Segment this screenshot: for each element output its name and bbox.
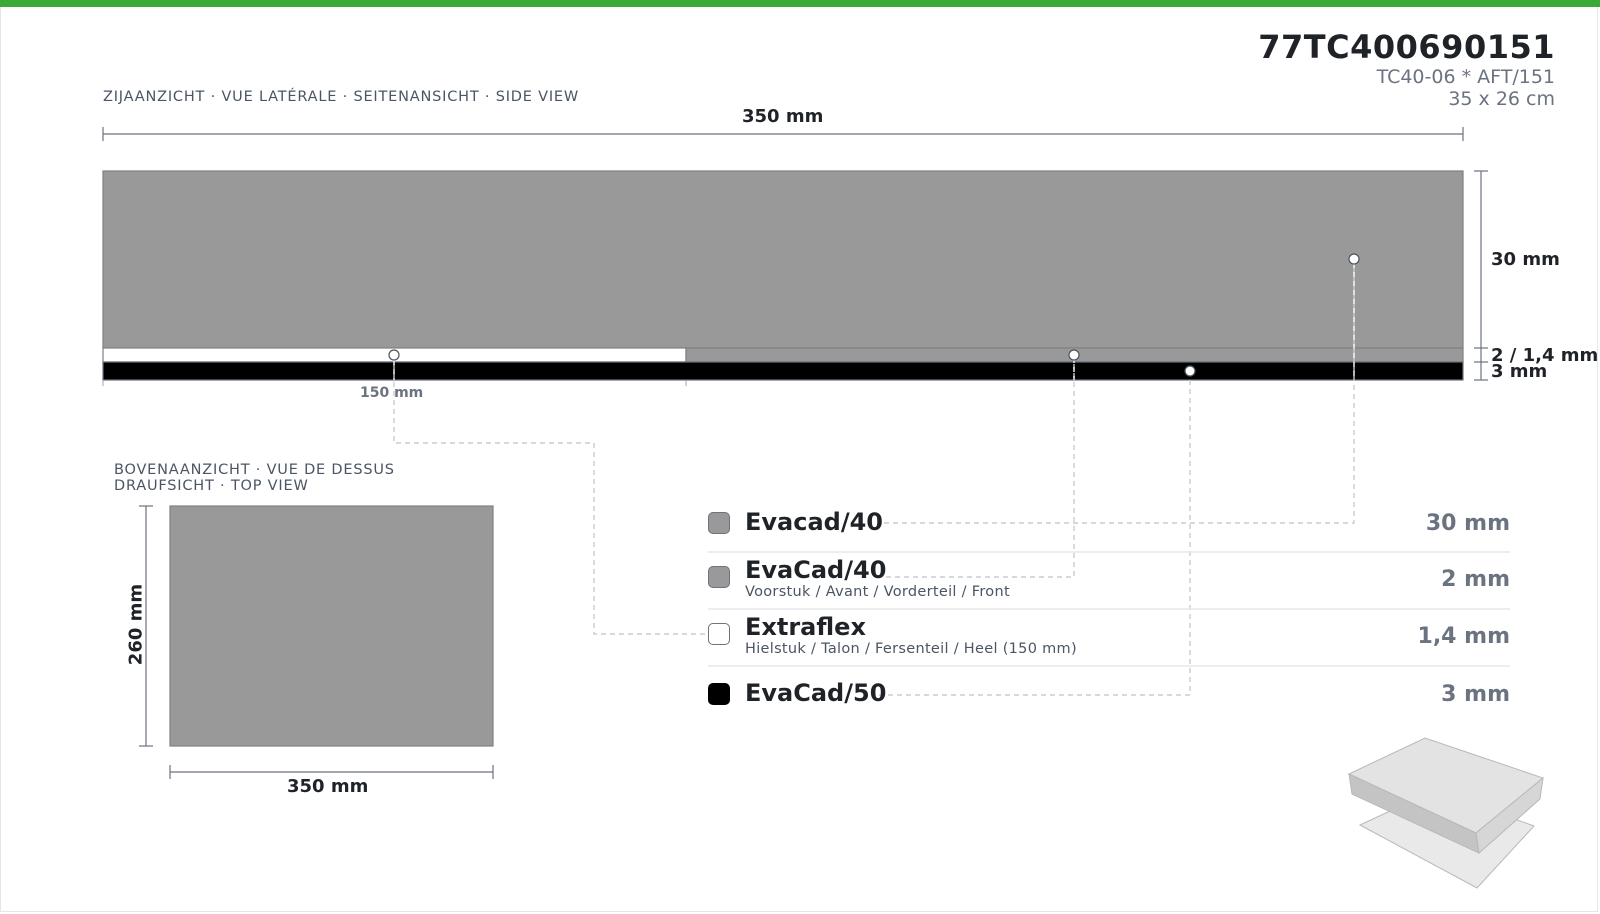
layer-top-evacad40 [102,170,1464,349]
material-swatch [708,623,730,645]
heel-length-label: 150 mm [360,385,424,401]
top-view-caption-line1: BOVENAANZICHT · VUE DE DESSUS [114,462,395,478]
material-thickness: 2 mm [1441,567,1510,592]
material-thickness: 3 mm [1441,682,1510,707]
top-view-height-label: 260 mm [125,583,147,666]
material-name: Evacad/40 [745,508,883,536]
top-view-width-label: 350 mm [287,776,369,797]
material-row: Evacad/40 30 mm [708,508,1510,541]
top-view-caption: BOVENAANZICHT · VUE DE DESSUS DRAUFSICHT… [114,462,395,494]
marker-heel-layer [388,349,400,361]
material-name: EvaCad/40 [745,556,887,584]
technical-drawing [102,127,1545,889]
material-description: Voorstuk / Avant / Vorderteil / Front [745,584,1010,600]
marker-bottom-layer [1184,365,1196,377]
isometric-insole-illustration [1347,737,1545,889]
thickness-dimensions [1474,170,1488,381]
material-row: Extraflex Hielstuk / Talon / Fersenteil … [708,613,1510,663]
material-thickness: 1,4 mm [1417,624,1510,649]
material-name: Extraflex [745,613,866,641]
material-swatch [708,512,730,534]
top-layer-thickness-label: 30 mm [1491,249,1560,270]
material-description: Hielstuk / Talon / Fersenteil / Heel (15… [745,641,1077,657]
side-width-dimension [102,127,1464,141]
material-row: EvaCad/50 3 mm [708,679,1510,712]
marker-top-layer [1348,253,1360,265]
marker-front-layer [1068,349,1080,361]
material-name: EvaCad/50 [745,679,887,707]
material-row: EvaCad/40 Voorstuk / Avant / Vorderteil … [708,556,1510,606]
layer-bottom-evacad50 [102,361,1464,381]
material-thickness: 30 mm [1425,511,1510,536]
top-view-shape [169,505,494,747]
bottom-layer-thickness-label: 3 mm [1491,361,1548,382]
side-width-label: 350 mm [742,106,824,127]
top-view-caption-line2: DRAUFSICHT · TOP VIEW [114,478,309,494]
material-swatch [708,566,730,588]
material-swatch [708,683,730,705]
